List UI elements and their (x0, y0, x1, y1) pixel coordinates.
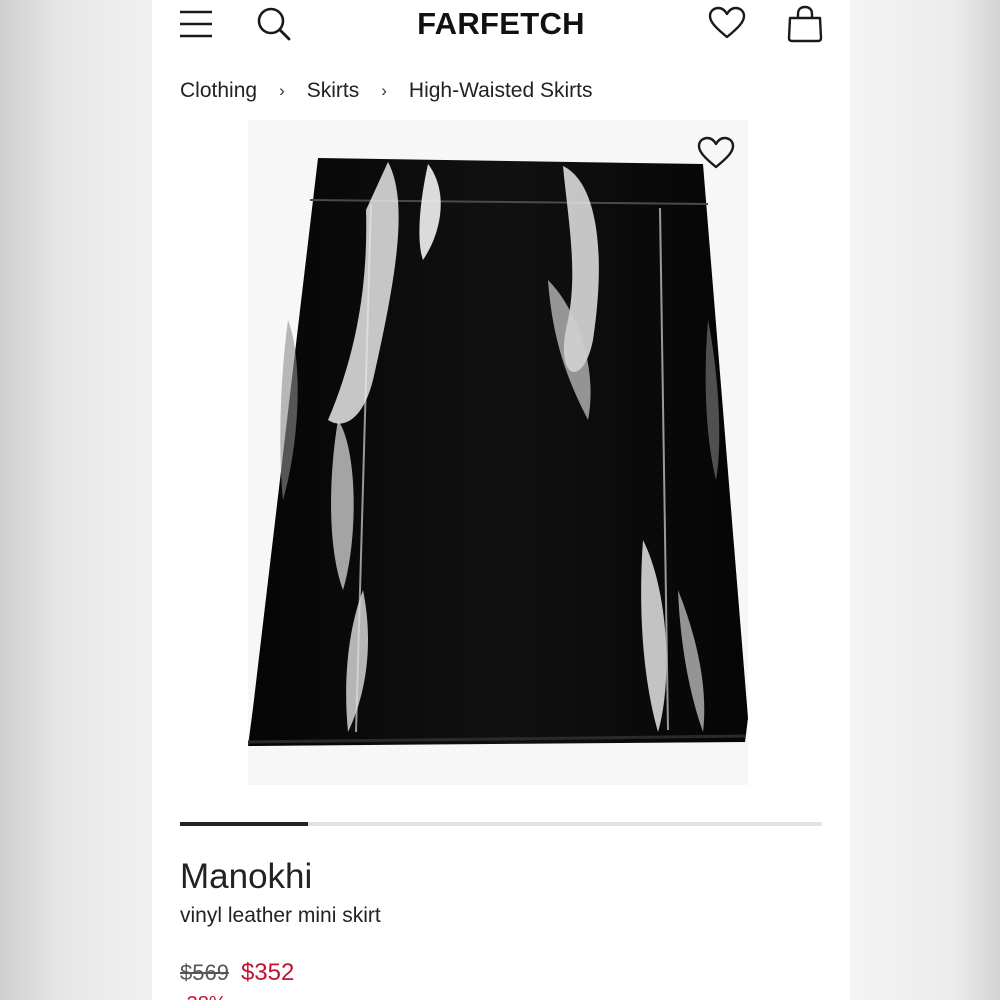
bag-icon[interactable] (786, 5, 824, 43)
skirt-photo (248, 158, 748, 746)
breadcrumb-separator: › (279, 81, 285, 100)
breadcrumb-clothing[interactable]: Clothing (180, 79, 257, 103)
breadcrumb: Clothing › Skirts › High-Waisted Skirts (180, 76, 593, 106)
wishlist-icon[interactable] (697, 136, 735, 170)
top-bar: FARFETCH (152, 0, 850, 52)
product-image[interactable] (248, 120, 748, 785)
sale-price: $352 (240, 959, 295, 986)
phone-screen: FARFETCH Clothing › Skirts › High-Waiste… (152, 0, 850, 1000)
gallery-progress-track[interactable] (180, 822, 822, 826)
background-right (850, 0, 1000, 1000)
gallery-progress-bar (180, 822, 309, 826)
product-name: vinyl leather mini skirt (180, 904, 381, 927)
original-price: $569 (180, 960, 229, 985)
heart-icon[interactable] (708, 6, 746, 40)
breadcrumb-separator: › (381, 81, 387, 100)
breadcrumb-high-waisted-skirts[interactable]: High-Waisted Skirts (409, 79, 593, 103)
discount-badge: -38% (180, 992, 227, 1000)
breadcrumb-skirts[interactable]: Skirts (307, 79, 360, 103)
product-brand[interactable]: Manokhi (180, 855, 312, 899)
price-row: $569 $352 (180, 957, 294, 989)
